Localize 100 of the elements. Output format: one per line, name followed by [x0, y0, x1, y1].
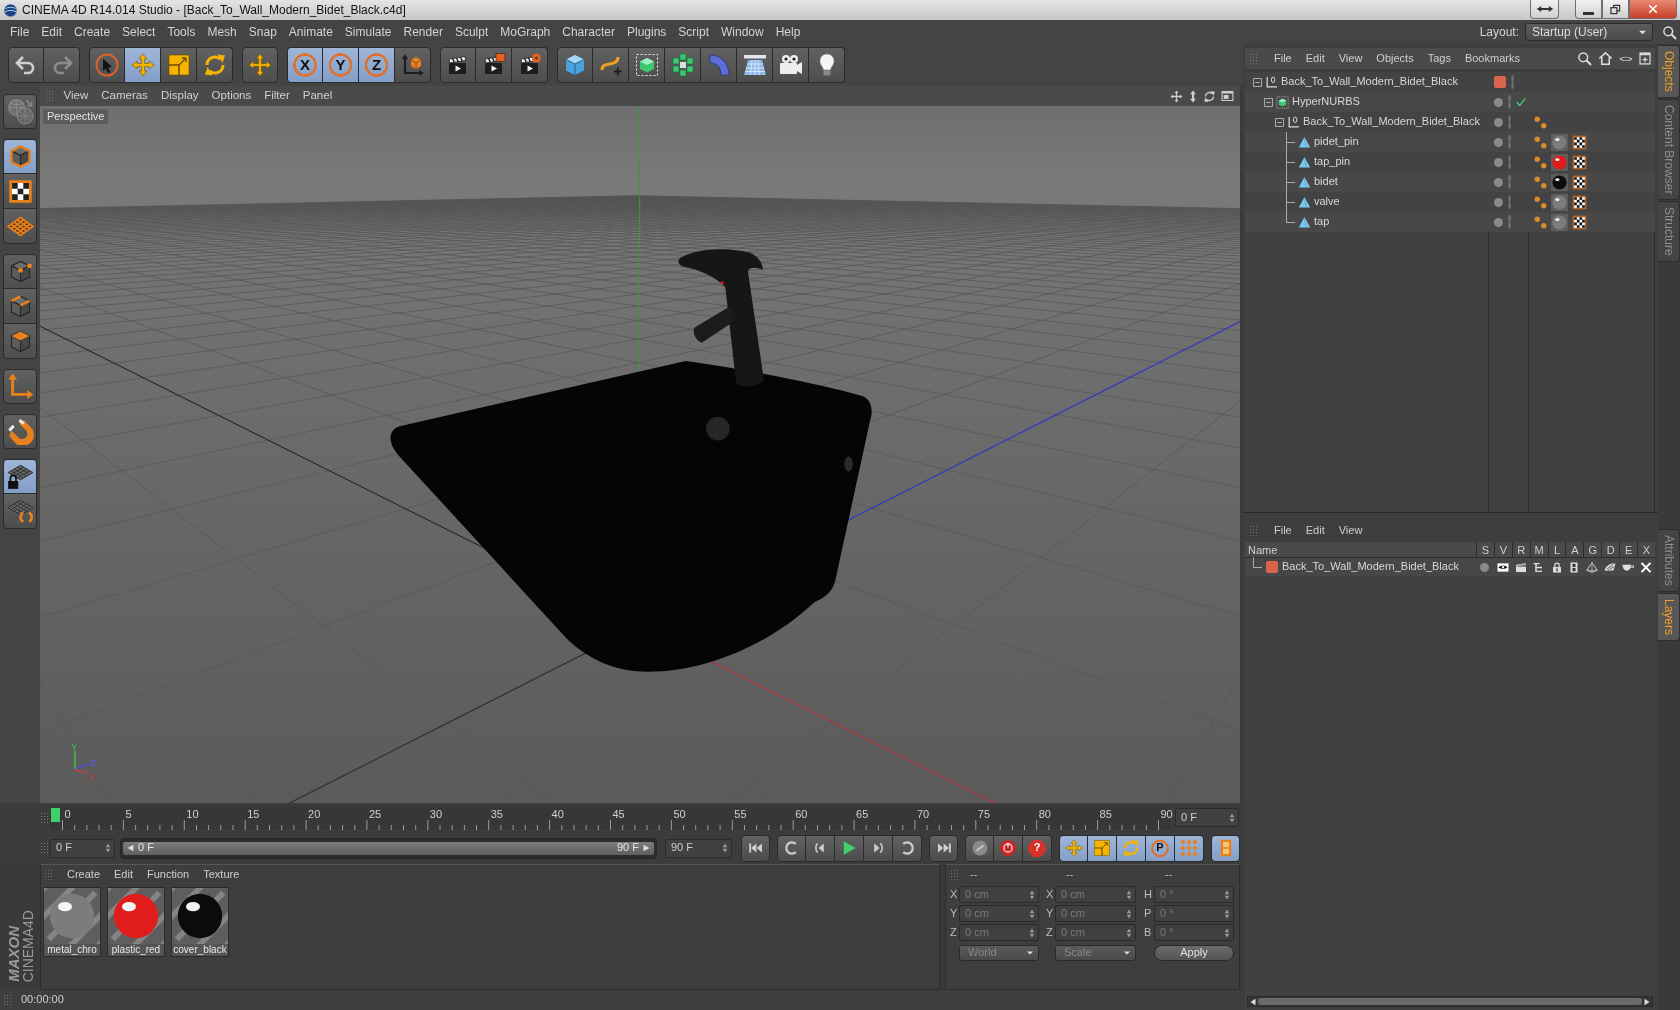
layout-switch-button[interactable] [1530, 0, 1559, 19]
menu-item[interactable]: Help [769, 24, 807, 40]
column-header[interactable]: X [1637, 542, 1655, 557]
object-name[interactable]: tap_pin [1314, 155, 1351, 169]
checker-tag-icon[interactable] [1572, 154, 1587, 170]
double-dot-icon[interactable] [1534, 135, 1547, 149]
menu-item[interactable]: View [1331, 523, 1370, 538]
move-button[interactable] [1059, 834, 1088, 862]
go-start-button[interactable] [741, 834, 770, 862]
object-name[interactable]: pidet_pin [1314, 135, 1359, 149]
menu-item[interactable]: Window [715, 24, 770, 40]
stacked-dots-icon[interactable] [1507, 215, 1512, 229]
planar-button[interactable] [3, 494, 37, 529]
collapse-icon[interactable] [1253, 77, 1262, 87]
stacked-dots-icon[interactable] [1507, 155, 1512, 169]
menu-item[interactable]: Panel [296, 89, 339, 103]
collapse-icon[interactable] [1264, 97, 1273, 107]
keyframe-button[interactable] [965, 834, 994, 862]
menu-item[interactable]: Select [116, 24, 162, 40]
menu-item[interactable]: File [1267, 523, 1299, 538]
object-name[interactable]: Back_To_Wall_Modern_Bidet_Black [1303, 115, 1480, 129]
edges-button[interactable] [3, 289, 37, 324]
model-button[interactable] [3, 139, 37, 174]
stacked-dots-icon[interactable] [1507, 95, 1512, 109]
double-dot-icon[interactable] [1534, 215, 1547, 229]
eye-icon[interactable] [1496, 561, 1509, 573]
double-dot-icon[interactable] [1534, 155, 1547, 169]
menu-item[interactable]: Bookmarks [1457, 51, 1527, 66]
material-sphere-icon[interactable] [172, 888, 228, 944]
column-header[interactable]: M [1529, 542, 1548, 557]
double-dot-icon[interactable] [1534, 195, 1547, 209]
column-header[interactable]: V [1493, 542, 1512, 557]
home-icon[interactable] [1598, 51, 1613, 66]
axis-lock-button[interactable]: Z [359, 47, 395, 83]
scrollbar[interactable] [1247, 996, 1653, 1007]
menu-item[interactable]: Create [60, 868, 108, 882]
lens-icon[interactable] [1619, 54, 1633, 63]
move-button[interactable] [125, 47, 161, 83]
scrollbar-thumb[interactable] [1258, 998, 1642, 1005]
menu-item[interactable]: Script [672, 24, 715, 40]
column-header[interactable]: S [1476, 542, 1494, 557]
minimize-button[interactable] [1575, 0, 1602, 19]
menu-item[interactable]: File [1267, 51, 1299, 66]
cube-button[interactable] [557, 47, 593, 83]
undo-button[interactable] [8, 47, 44, 83]
column-header[interactable]: Name [1245, 542, 1476, 557]
menu-item[interactable]: View [1331, 51, 1370, 66]
stacked-dots-icon[interactable] [1507, 175, 1512, 189]
menu-item[interactable]: File [4, 24, 36, 40]
column-header[interactable]: R [1511, 542, 1530, 557]
double-dot-icon[interactable] [1534, 115, 1547, 129]
object-name[interactable]: valve [1314, 195, 1340, 209]
points-button[interactable] [3, 254, 37, 289]
polygons-button[interactable] [3, 324, 37, 359]
layout-dropdown[interactable]: Startup (User) [1525, 23, 1653, 41]
menu-item[interactable]: Objects [1369, 51, 1421, 66]
object-row[interactable]: HyperNURBS [1245, 92, 1655, 112]
menu-item[interactable]: Character [556, 24, 621, 40]
menu-item[interactable]: Create [68, 24, 117, 40]
menu-item[interactable]: View [57, 89, 95, 103]
bent-sheet-icon[interactable] [1604, 561, 1617, 573]
menu-item[interactable]: Tags [1420, 51, 1458, 66]
menu-item[interactable]: Snap [242, 24, 283, 40]
render-settings-button[interactable] [512, 47, 548, 83]
timeline-ruler[interactable]: 0 5 10 15 20 25 30 35 40 45 50 55 60 65 70 75 80 85 90 [50, 805, 1171, 830]
point-level-button[interactable] [1175, 834, 1204, 862]
checker-tag-icon[interactable] [1572, 134, 1587, 150]
playhead[interactable] [51, 807, 60, 822]
rotate-button[interactable] [1117, 834, 1146, 862]
object-name[interactable]: bidet [1314, 175, 1338, 189]
object-name[interactable]: HyperNURBS [1292, 95, 1360, 109]
menu-item[interactable]: MoGraph [494, 24, 557, 40]
object-name[interactable]: Back_To_Wall_Modern_Bidet_Black [1281, 75, 1458, 89]
menu-item[interactable]: Plugins [620, 24, 673, 40]
move-arrows-icon[interactable] [1170, 89, 1183, 103]
stacked-dots-icon[interactable] [1507, 195, 1512, 209]
cloner-button[interactable] [665, 47, 701, 83]
material-swatch[interactable]: metal_chro [43, 887, 101, 957]
menu-item[interactable]: Filter [257, 89, 297, 103]
check-icon[interactable] [1516, 97, 1526, 107]
parameter-button[interactable]: P [1146, 834, 1175, 862]
menu-item[interactable]: Edit [1298, 523, 1332, 538]
collapse-icon[interactable] [1275, 117, 1284, 127]
search-icon[interactable] [1662, 24, 1677, 40]
end-frame-field[interactable]: 90 F [665, 838, 732, 858]
light-button[interactable] [809, 47, 845, 83]
search-icon[interactable] [1577, 51, 1592, 66]
menu-item[interactable]: Animate [282, 24, 339, 40]
column-header[interactable]: L [1547, 542, 1566, 557]
rotate-button[interactable] [197, 47, 233, 83]
start-frame-field[interactable]: 0 F [50, 838, 115, 858]
menu-item[interactable]: Mesh [201, 24, 243, 40]
plus-box-icon[interactable] [1639, 52, 1651, 65]
column-header[interactable]: D [1601, 542, 1620, 557]
object-row[interactable]: pidet_pin [1245, 132, 1655, 152]
object-row[interactable]: bidet [1245, 172, 1655, 192]
scale-button[interactable] [1088, 834, 1117, 862]
checker-tag-icon[interactable] [1572, 174, 1587, 190]
scale-button[interactable] [161, 47, 197, 83]
side-tab[interactable]: Objects [1658, 45, 1680, 98]
